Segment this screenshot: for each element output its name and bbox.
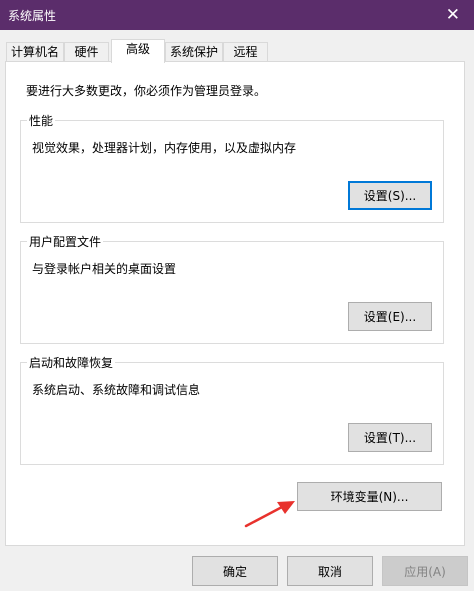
tab-computer-name[interactable]: 计算机名 [6, 42, 64, 62]
performance-group: 性能 视觉效果，处理器计划，内存使用，以及虚拟内存 设置(S)... [20, 112, 444, 223]
performance-settings-button[interactable]: 设置(S)... [348, 181, 432, 210]
apply-button[interactable]: 应用(A) [382, 556, 468, 586]
performance-description: 视觉效果，处理器计划，内存使用，以及虚拟内存 [32, 141, 297, 155]
close-icon[interactable]: ✕ [446, 5, 460, 25]
tab-advanced[interactable]: 高级 [111, 39, 165, 63]
tab-remote[interactable]: 远程 [223, 42, 268, 62]
title-bar: 系统属性 ✕ [0, 0, 474, 30]
user-profiles-description: 与登录帐户相关的桌面设置 [32, 262, 177, 276]
window-title: 系统属性 [8, 9, 57, 23]
red-arrow-icon [244, 501, 295, 528]
cancel-button[interactable]: 取消 [287, 556, 373, 586]
startup-recovery-settings-button[interactable]: 设置(T)... [348, 423, 432, 452]
environment-variables-button[interactable]: 环境变量(N)... [297, 482, 442, 511]
user-profiles-group: 用户配置文件 与登录帐户相关的桌面设置 设置(E)... [20, 233, 444, 344]
user-profiles-group-label: 用户配置文件 [27, 233, 104, 250]
advanced-tab-panel: 要进行大多数更改，你必须作为管理员登录。 性能 视觉效果，处理器计划，内存使用，… [5, 61, 465, 546]
ok-button[interactable]: 确定 [192, 556, 278, 586]
user-profiles-settings-button[interactable]: 设置(E)... [348, 302, 432, 331]
admin-note: 要进行大多数更改，你必须作为管理员登录。 [26, 84, 267, 98]
startup-recovery-group-label: 启动和故障恢复 [27, 354, 116, 371]
tab-hardware[interactable]: 硬件 [64, 42, 109, 62]
performance-group-label: 性能 [27, 112, 56, 129]
tab-system-protection[interactable]: 系统保护 [165, 42, 223, 62]
startup-recovery-description: 系统启动、系统故障和调试信息 [32, 383, 201, 397]
startup-recovery-group: 启动和故障恢复 系统启动、系统故障和调试信息 设置(T)... [20, 354, 444, 465]
